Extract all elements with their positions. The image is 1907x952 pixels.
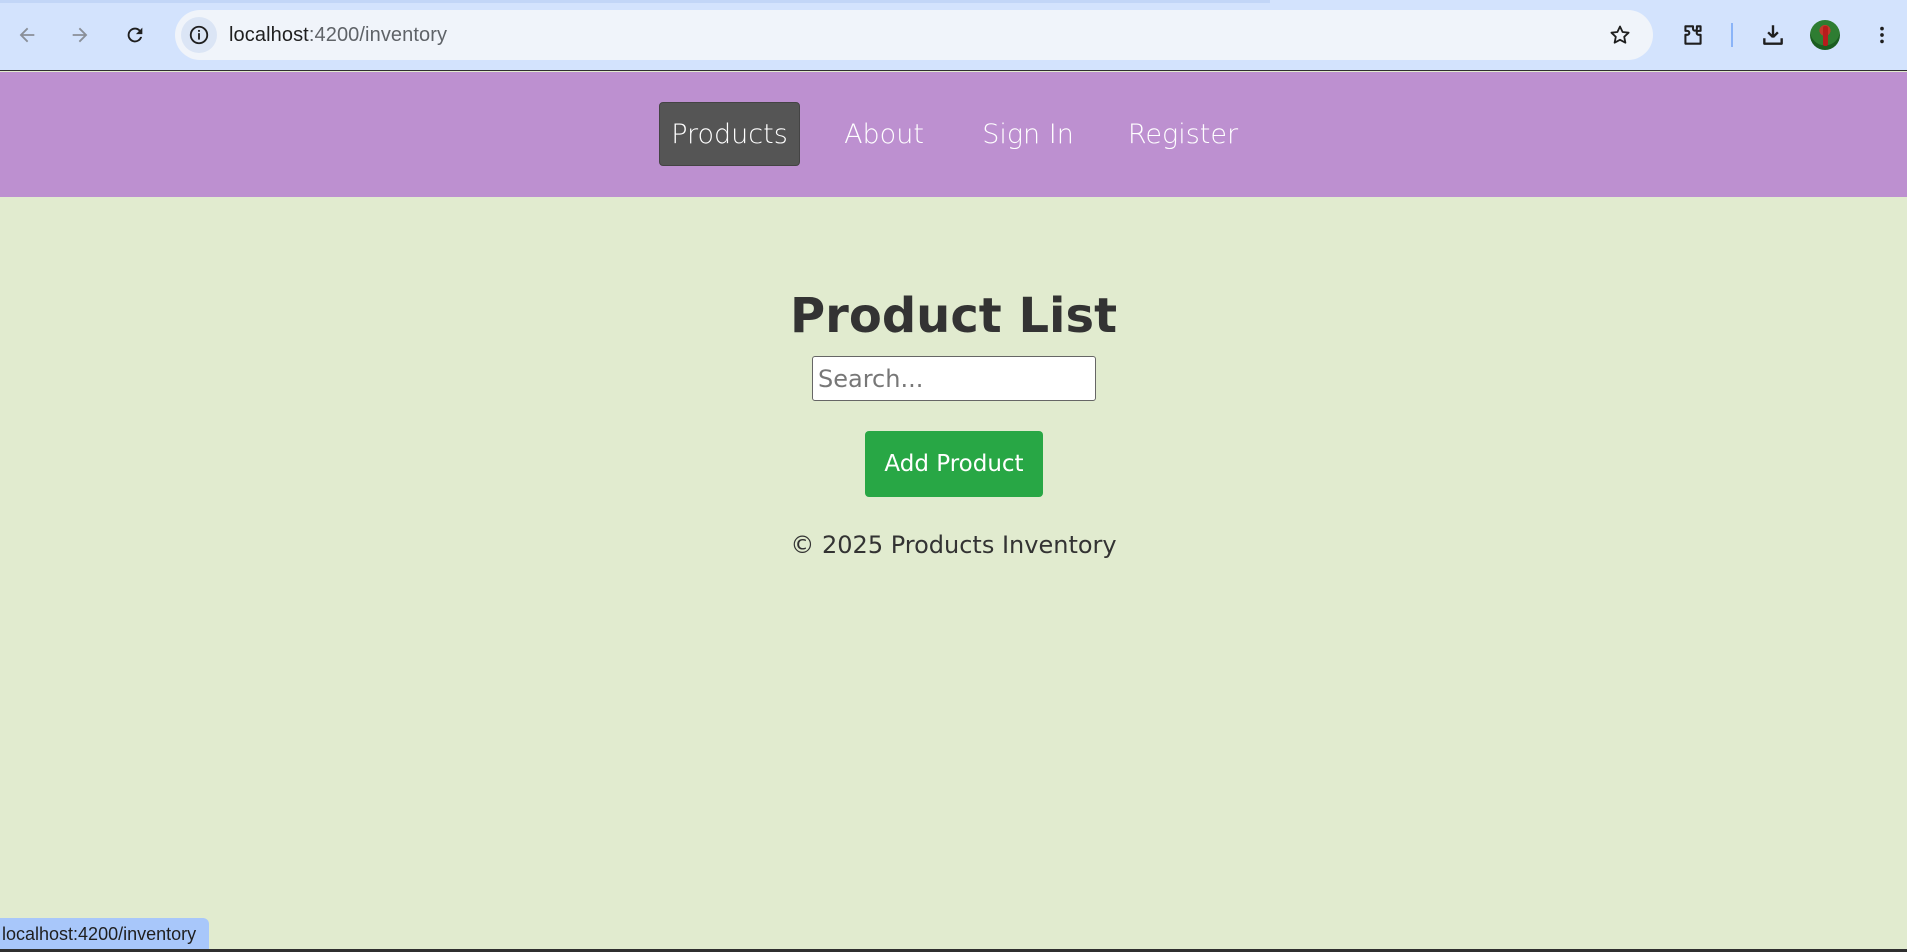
kebab-menu-icon bbox=[1880, 26, 1884, 44]
address-bar[interactable]: localhost:4200/inventory bbox=[175, 10, 1653, 60]
reload-button[interactable] bbox=[117, 17, 153, 53]
search-input[interactable] bbox=[812, 356, 1096, 401]
extensions-button[interactable] bbox=[1675, 17, 1711, 53]
app-navbar: Products About Sign In Register bbox=[0, 72, 1907, 197]
toolbar-divider bbox=[1731, 23, 1733, 47]
puzzle-icon bbox=[1684, 25, 1702, 45]
browser-menu-button[interactable] bbox=[1864, 17, 1900, 53]
profile-avatar[interactable] bbox=[1810, 20, 1840, 50]
url-text[interactable]: localhost:4200/inventory bbox=[229, 24, 447, 47]
nav-link-products[interactable]: Products bbox=[659, 102, 800, 166]
url-path: :4200/inventory bbox=[308, 23, 448, 46]
bookmark-button[interactable] bbox=[1603, 18, 1637, 52]
page-title: Product List bbox=[789, 288, 1118, 344]
reload-icon bbox=[127, 27, 143, 43]
tab-strip-edge bbox=[0, 0, 1270, 3]
page-footer: © 2025 Products Inventory bbox=[790, 531, 1117, 559]
site-info-button[interactable] bbox=[181, 17, 217, 53]
arrow-left-icon bbox=[19, 27, 35, 43]
star-icon bbox=[1610, 25, 1630, 44]
arrow-right-icon bbox=[72, 27, 88, 43]
downloads-button[interactable] bbox=[1755, 17, 1791, 53]
download-icon bbox=[1763, 25, 1783, 45]
link-status-bubble: localhost:4200/inventory bbox=[0, 918, 209, 952]
nav-link-register[interactable]: Register bbox=[1125, 102, 1241, 166]
nav-link-about[interactable]: About bbox=[834, 102, 934, 166]
info-icon bbox=[189, 25, 209, 45]
forward-button[interactable] bbox=[62, 17, 98, 53]
url-host: localhost bbox=[229, 23, 309, 46]
nav-link-sign-in[interactable]: Sign In bbox=[978, 102, 1078, 166]
browser-toolbar: localhost:4200/inventory bbox=[0, 0, 1907, 71]
add-product-button[interactable]: Add Product bbox=[865, 431, 1043, 497]
back-button[interactable] bbox=[9, 17, 45, 53]
